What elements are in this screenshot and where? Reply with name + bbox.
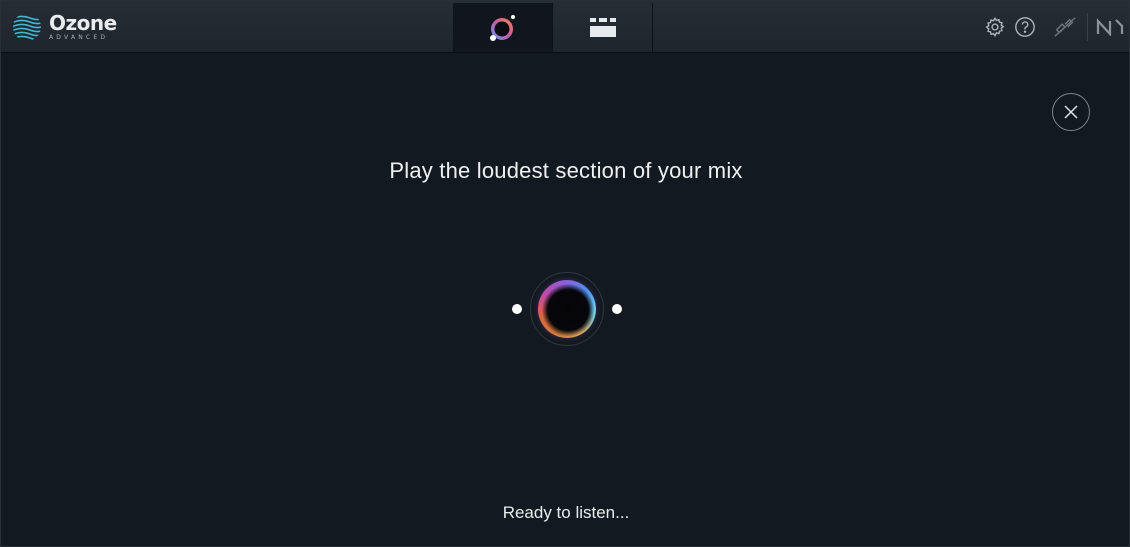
close-icon [1064, 105, 1078, 119]
tab-modules[interactable] [553, 3, 653, 52]
settings-icon[interactable] [983, 15, 1007, 39]
toolbar-separator [1087, 13, 1088, 41]
app-edition: ADVANCED [49, 34, 109, 41]
link-disabled-icon[interactable] [1053, 15, 1077, 39]
close-button[interactable] [1052, 93, 1090, 131]
ozone-logo: Ozone ADVANCED [12, 11, 117, 43]
ozone-window: Ozone ADVANCED Play the loudest section … [0, 0, 1130, 547]
listening-dot-right [612, 304, 622, 314]
help-icon[interactable] [1013, 15, 1037, 39]
listening-orb [530, 272, 604, 346]
status-text: Ready to listen... [502, 503, 630, 522]
listening-dot-left [512, 304, 522, 314]
modules-grid-icon [589, 17, 616, 37]
ozone-logo-mark-icon [13, 15, 41, 41]
master-assistant-orb-icon [489, 14, 515, 41]
assistant-prompt: Play the loudest section of your mix [389, 158, 743, 183]
app-name: Ozone [49, 11, 117, 35]
native-instruments-logo-icon[interactable] [1095, 15, 1125, 39]
top-bar: Ozone ADVANCED [1, 1, 1129, 53]
tab-master-assistant[interactable] [453, 3, 552, 52]
orb-icon [538, 280, 596, 338]
